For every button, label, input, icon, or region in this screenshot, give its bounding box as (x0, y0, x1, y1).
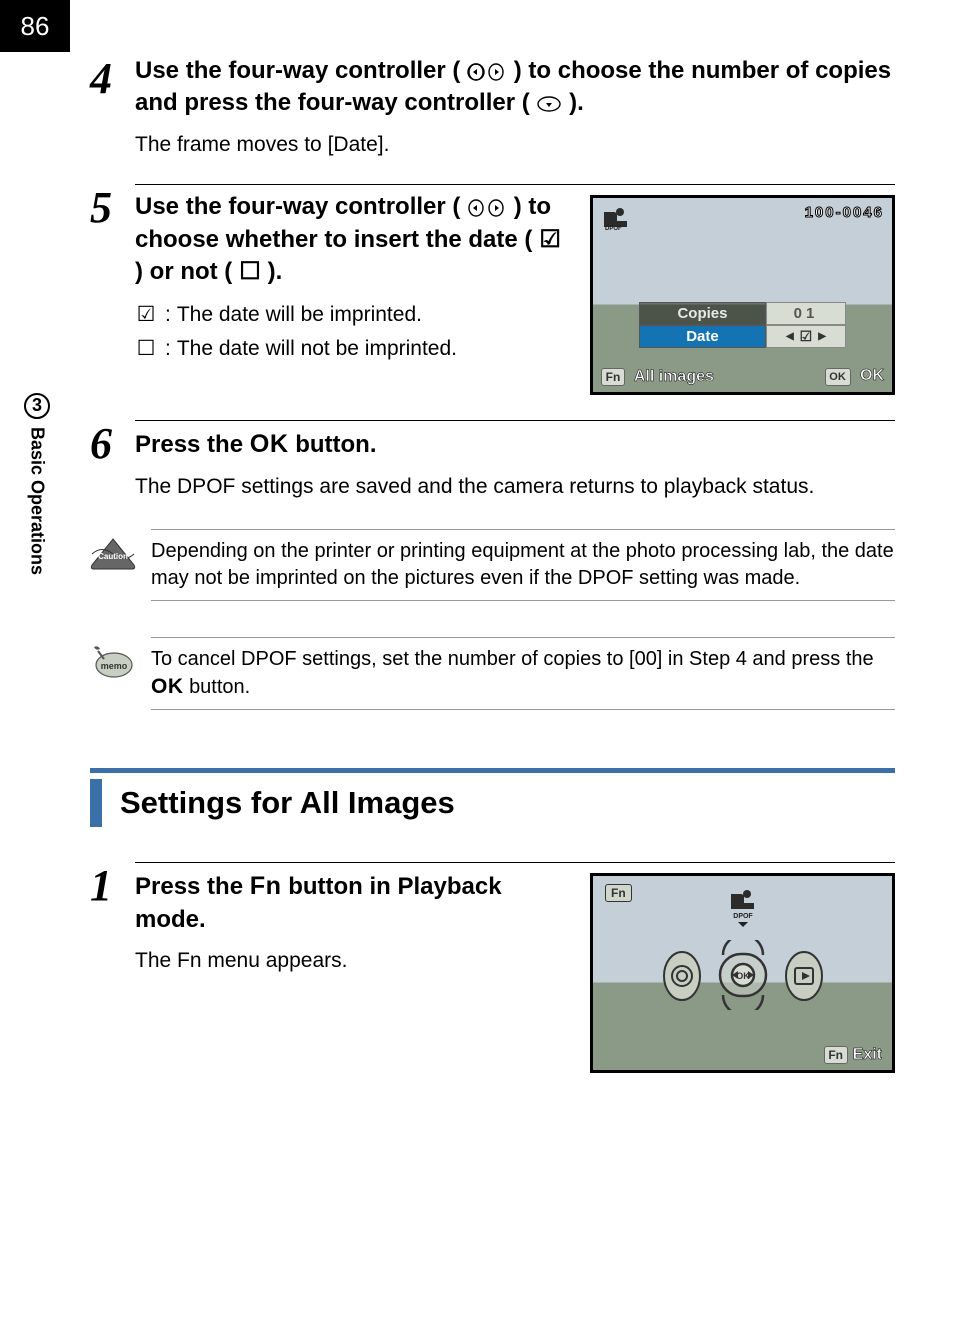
fn-badge: Fn (601, 368, 625, 386)
caution-icon: Caution (90, 535, 136, 573)
down-controller-icon (536, 94, 562, 114)
text: Press the (135, 873, 250, 900)
step-1b: 1 Press the Fn button in Playback mode. … (90, 862, 895, 1073)
ok-hint: OK OK (825, 367, 884, 386)
camera-screenshot-fn-menu: Fn DPOF (590, 873, 895, 1073)
divider (151, 709, 895, 710)
step-6: 6 Press the OK button. The DPOF settings… (90, 420, 895, 501)
camera-menu: Copies 01 Date ◀ ☑ ▶ (639, 302, 846, 348)
list-item: ☑ : The date will be imprinted. (135, 298, 568, 332)
step-4-title: Use the four-way controller ( ) to choos… (135, 55, 895, 120)
divider (151, 600, 895, 601)
checkbox-checked-icon: ☑ (539, 224, 561, 256)
section-header: Settings for All Images (90, 768, 895, 827)
step-6-title: Press the OK button. (135, 427, 895, 461)
chapter-label: Basic Operations (27, 419, 48, 575)
memo-text: To cancel DPOF settings, set the number … (151, 646, 895, 701)
svg-text:DPOF: DPOF (605, 226, 622, 232)
text: Press the (135, 431, 250, 458)
list-item: ☐ : The date will not be imprinted. (135, 332, 568, 366)
text: Exit (853, 1046, 882, 1064)
dpof-icon: DPOF (725, 888, 761, 933)
fn-button-label: Fn (250, 872, 282, 900)
text: To cancel DPOF settings, set the number … (151, 648, 874, 670)
text: OK (860, 367, 884, 384)
step-6-detail: The DPOF settings are saved and the came… (135, 472, 895, 501)
step-1b-detail: The Fn menu appears. (135, 946, 568, 975)
frame-number: 100-0046 (805, 204, 884, 221)
list-text: The date will be imprinted. (177, 298, 422, 332)
step-5-list: ☑ : The date will be imprinted. ☐ : The … (135, 298, 568, 365)
left-arrow-icon: ◀ (786, 331, 794, 342)
left-right-controller-icon (467, 62, 507, 82)
text: Use the four-way controller ( (135, 57, 460, 84)
divider (151, 529, 895, 530)
step-number: 6 (90, 420, 135, 501)
ok-button-label: OK (250, 430, 289, 458)
slideshow-button-icon (782, 948, 826, 1004)
step-1b-title: Press the Fn button in Playback mode. (135, 869, 568, 936)
caution-callout: Caution Depending on the printer or prin… (90, 529, 895, 609)
svg-text:OK: OK (736, 971, 750, 981)
fn-badge: Fn (605, 884, 632, 902)
four-way-controller-graphic: OK (668, 940, 818, 1010)
text: Use the four-way controller ( (135, 193, 460, 220)
divider (135, 184, 895, 185)
memo-callout: memo To cancel DPOF settings, set the nu… (90, 637, 895, 718)
checkbox-checked-icon: ☑ (135, 298, 157, 332)
text: ). (268, 258, 283, 285)
colon: : (157, 298, 177, 332)
list-text: The date will not be imprinted. (177, 332, 457, 366)
copies-value: 01 (766, 302, 846, 325)
exit-hint: Fn Exit (824, 1046, 882, 1064)
left-right-controller-icon (467, 198, 507, 218)
page-number: 86 (0, 0, 70, 52)
section-bar (90, 768, 895, 773)
checkbox-empty-icon: ☐ (135, 332, 157, 366)
section-title: Settings for All Images (120, 779, 455, 827)
svg-text:Caution: Caution (98, 552, 128, 561)
date-value: ◀ ☑ ▶ (766, 325, 846, 348)
content: 4 Use the four-way controller ( ) to cho… (90, 55, 895, 1098)
divider (151, 637, 895, 638)
camera-screenshot-dpof: DPOF 100-0046 Copies 01 Date ◀ (590, 195, 895, 395)
dpof-icon: DPOF (601, 204, 631, 232)
sidebar-tab: 3 Basic Operations (15, 55, 59, 575)
step-5-title: Use the four-way controller ( ) to choos… (135, 191, 568, 288)
step-number: 5 (90, 184, 135, 395)
step-5: 5 Use the four-way controller ( ) to cho… (90, 184, 895, 395)
step-number: 4 (90, 55, 135, 159)
divider (135, 420, 895, 421)
section-accent (90, 779, 102, 827)
text: All images (634, 368, 714, 385)
ok-button-label: OK (151, 675, 184, 698)
step-number: 1 (90, 862, 135, 1073)
all-images-hint: Fn All images (601, 368, 714, 386)
copies-label: Copies (639, 302, 766, 325)
step-4: 4 Use the four-way controller ( ) to cho… (90, 55, 895, 159)
text: ) or not ( (135, 258, 232, 285)
caution-text: Depending on the printer or printing equ… (151, 538, 895, 592)
checkbox-checked-icon: ☑ (800, 328, 813, 345)
page: 86 3 Basic Operations 4 Use the four-way… (0, 0, 954, 1329)
text: button. (189, 676, 250, 698)
checkbox-empty-icon: ☐ (239, 256, 261, 288)
ok-badge: OK (825, 368, 851, 386)
fn-badge: Fn (824, 1046, 848, 1064)
text: ). (569, 89, 584, 116)
memo-icon: memo (90, 643, 136, 681)
divider (135, 862, 895, 863)
text: button. (295, 431, 376, 458)
date-label: Date (639, 325, 766, 348)
svg-text:memo: memo (101, 661, 128, 671)
colon: : (157, 332, 177, 366)
right-arrow-icon: ▶ (818, 331, 826, 342)
raw-button-icon (660, 948, 704, 1004)
step-4-detail: The frame moves to [Date]. (135, 130, 895, 159)
svg-text:DPOF: DPOF (733, 913, 753, 920)
chapter-number: 3 (24, 393, 50, 419)
